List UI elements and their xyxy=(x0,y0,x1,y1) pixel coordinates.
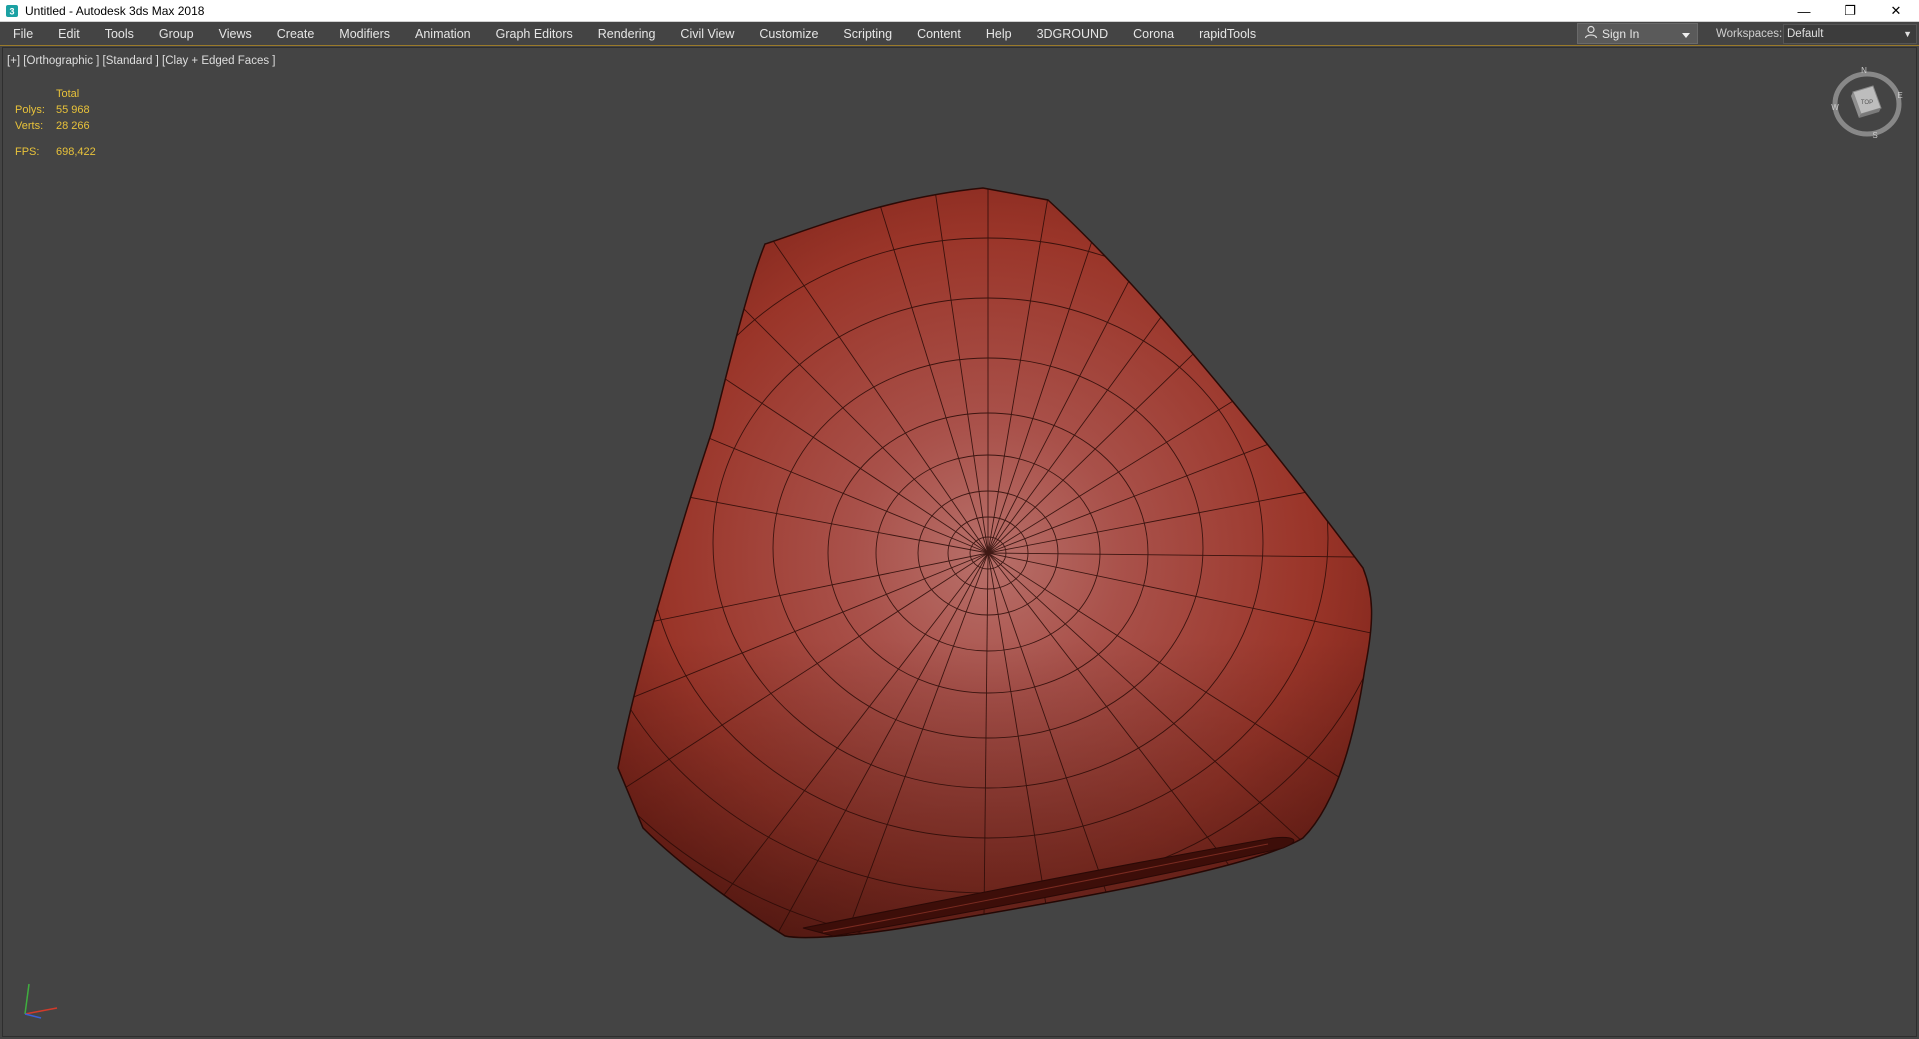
menu-views[interactable]: Views xyxy=(206,22,264,46)
menu-content[interactable]: Content xyxy=(904,22,973,46)
chevron-down-icon xyxy=(1681,29,1691,43)
close-button[interactable]: ✕ xyxy=(1873,0,1919,22)
window-controls: — ❐ ✕ xyxy=(1781,0,1919,22)
chevron-down-icon: ▼ xyxy=(1903,29,1912,39)
menu-civil-view[interactable]: Civil View xyxy=(667,22,746,46)
menu-help[interactable]: Help xyxy=(973,22,1024,46)
user-icon xyxy=(1584,25,1598,42)
sign-in-button[interactable]: Sign In xyxy=(1577,23,1698,44)
minimize-button[interactable]: — xyxy=(1781,0,1827,22)
menu-corona[interactable]: Corona xyxy=(1120,22,1186,46)
menu-graph-editors[interactable]: Graph Editors xyxy=(483,22,585,46)
menu-group[interactable]: Group xyxy=(146,22,206,46)
workspaces-select[interactable]: Default ▼ xyxy=(1783,24,1917,44)
menu-file[interactable]: File xyxy=(0,22,45,46)
menu-rapidtools[interactable]: rapidTools xyxy=(1186,22,1268,46)
viewcube-face-label: TOP xyxy=(1861,100,1873,106)
compass-east-label: E xyxy=(1897,91,1902,100)
window-title: Untitled - Autodesk 3ds Max 2018 xyxy=(25,3,205,18)
menu-tools[interactable]: Tools xyxy=(92,22,146,46)
title-bar: 3 Untitled - Autodesk 3ds Max 2018 — ❐ ✕ xyxy=(0,0,1919,22)
menu-scripting[interactable]: Scripting xyxy=(830,22,904,46)
viewcube-navigation[interactable]: TOP N S W E xyxy=(1829,64,1905,140)
3dsmax-app-icon: 3 xyxy=(5,4,19,18)
menu-customize[interactable]: Customize xyxy=(746,22,830,46)
menu-modifiers[interactable]: Modifiers xyxy=(326,22,402,46)
axis-tripod-icon xyxy=(19,978,63,1022)
menu-rendering[interactable]: Rendering xyxy=(585,22,668,46)
restore-button[interactable]: ❐ xyxy=(1827,0,1873,22)
compass-north-label: N xyxy=(1861,66,1867,75)
compass-west-label: W xyxy=(1831,103,1839,112)
3d-mesh-object[interactable] xyxy=(3,48,1917,1037)
workspaces-value: Default xyxy=(1787,28,1824,40)
svg-text:3: 3 xyxy=(9,6,14,16)
menu-create[interactable]: Create xyxy=(264,22,327,46)
sign-in-label: Sign In xyxy=(1602,26,1640,41)
perspective-viewport[interactable]: [+] [Orthographic ] [Standard ] [Clay + … xyxy=(2,47,1917,1037)
menu-edit[interactable]: Edit xyxy=(45,22,92,46)
menu-animation[interactable]: Animation xyxy=(402,22,483,46)
menu-3dground[interactable]: 3DGROUND xyxy=(1024,22,1121,46)
workspaces-label: Workspaces: xyxy=(1716,28,1783,40)
compass-south-label: S xyxy=(1872,131,1877,140)
